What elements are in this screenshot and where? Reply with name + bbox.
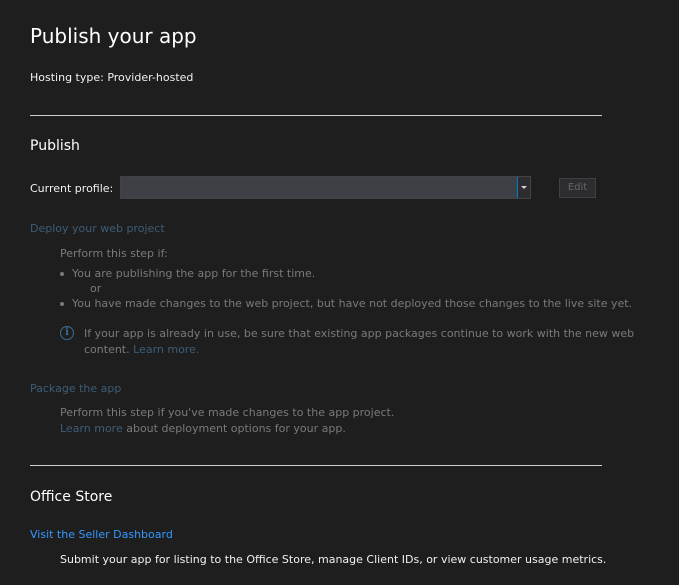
package-learn-line: Learn more about deployment options for … [60,422,346,435]
deploy-bullet-first-time: You are publishing the app for the first… [72,267,316,280]
office-store-heading: Office Store [30,489,113,505]
bullet-dot [60,302,64,306]
publish-page: Publish your app Hosting type: Provider-… [0,0,679,585]
deploy-info-content: content. [84,343,130,356]
package-learn-rest: about deployment options for your app. [122,422,346,435]
deploy-info-line1: If your app is already in use, be sure t… [84,327,635,340]
package-description: Perform this step if you've made changes… [60,406,395,419]
deploy-bullet-changes: You have made changes to the web project… [72,297,633,310]
info-icon: i [60,326,74,340]
package-app-link[interactable]: Package the app [30,382,121,395]
edit-profile-button[interactable]: Edit [559,178,596,198]
deploy-or-text: or [90,282,102,295]
deploy-info-line2: content. Learn more. [84,343,199,356]
deploy-learn-more-link[interactable]: Learn more. [133,343,199,356]
bullet-dot [60,272,64,276]
deploy-intro: Perform this step if: [60,247,168,260]
current-profile-label: Current profile: [30,182,114,195]
current-profile-dropdown[interactable] [120,176,531,199]
package-learn-more-link[interactable]: Learn more [60,422,123,435]
store-description: Submit your app for listing to the Offic… [60,553,607,566]
chevron-down-icon[interactable] [517,177,530,198]
hosting-type-label: Hosting type: Provider-hosted [30,71,194,84]
top-divider [30,115,602,116]
store-divider [30,465,602,466]
deploy-web-project-link[interactable]: Deploy your web project [30,222,165,235]
seller-dashboard-link[interactable]: Visit the Seller Dashboard [30,528,173,541]
page-title: Publish your app [30,24,197,48]
publish-heading: Publish [30,138,80,154]
